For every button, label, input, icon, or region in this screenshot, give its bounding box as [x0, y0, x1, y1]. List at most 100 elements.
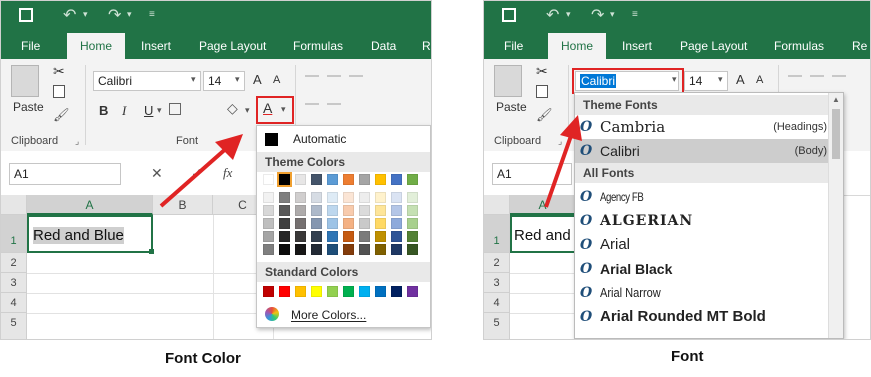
redo-dropdown-icon[interactable]: ▾: [127, 9, 132, 20]
name-box[interactable]: A1: [9, 163, 121, 185]
selected-cell-a1[interactable]: Red and: [510, 215, 576, 253]
theme-shade-swatch[interactable]: [311, 244, 322, 255]
row-header-1[interactable]: 1: [484, 215, 510, 253]
theme-color-swatch[interactable]: [375, 174, 386, 185]
clipboard-launcher-icon[interactable]: ⌟: [75, 136, 79, 147]
theme-shade-swatch[interactable]: [263, 244, 274, 255]
tab-file[interactable]: File: [21, 33, 40, 59]
standard-color-swatch[interactable]: [327, 286, 338, 297]
font-item-arial-black[interactable]: O Arial Black: [575, 257, 829, 281]
font-size-dropdown-icon[interactable]: ▾: [235, 74, 240, 85]
align-bottom-icon[interactable]: [832, 75, 846, 77]
undo-dropdown-icon[interactable]: ▾: [83, 9, 88, 20]
font-color-button[interactable]: A ▾: [256, 96, 294, 124]
standard-color-swatch[interactable]: [279, 286, 290, 297]
customize-qat-icon[interactable]: ≡: [632, 9, 638, 20]
theme-shade-swatch[interactable]: [279, 192, 290, 203]
paste-button-label[interactable]: Paste: [13, 100, 44, 114]
redo-icon[interactable]: ↷: [591, 5, 604, 25]
redo-icon[interactable]: ↷: [108, 5, 121, 25]
undo-dropdown-icon[interactable]: ▾: [566, 9, 571, 20]
theme-color-swatch[interactable]: [391, 174, 402, 185]
tab-file[interactable]: File: [504, 33, 523, 59]
theme-shade-swatch[interactable]: [295, 231, 306, 242]
theme-shade-swatch[interactable]: [295, 205, 306, 216]
grow-font-icon[interactable]: A: [736, 72, 745, 87]
standard-color-swatch[interactable]: [375, 286, 386, 297]
font-size-dropdown-icon[interactable]: ▾: [718, 74, 723, 85]
fill-color-icon[interactable]: ◇: [227, 100, 238, 117]
undo-icon[interactable]: ↶: [546, 5, 559, 25]
font-item-cambria[interactable]: O Cambria (Headings): [575, 115, 829, 139]
theme-shade-swatch[interactable]: [375, 231, 386, 242]
theme-shade-swatch[interactable]: [343, 231, 354, 242]
font-item-agency-fb[interactable]: O Agency FB: [575, 185, 829, 209]
row-header-5[interactable]: 5: [484, 313, 510, 339]
theme-shade-swatch[interactable]: [327, 231, 338, 242]
theme-shade-swatch[interactable]: [407, 244, 418, 255]
tab-review[interactable]: Re: [422, 33, 431, 59]
theme-shade-swatch[interactable]: [375, 218, 386, 229]
more-colors-option[interactable]: More Colors...: [257, 304, 431, 326]
theme-shade-swatch[interactable]: [343, 218, 354, 229]
standard-color-swatch[interactable]: [311, 286, 322, 297]
standard-color-swatch[interactable]: [359, 286, 370, 297]
format-painter-icon[interactable]: 🖌: [53, 107, 70, 123]
customize-qat-icon[interactable]: ≡: [149, 9, 155, 20]
tab-formulas[interactable]: Formulas: [774, 33, 824, 59]
theme-shade-swatch[interactable]: [359, 192, 370, 203]
font-item-calibri[interactable]: O Calibri (Body): [575, 139, 829, 163]
theme-shade-swatch[interactable]: [311, 205, 322, 216]
theme-shade-swatch[interactable]: [263, 231, 274, 242]
font-name-box[interactable]: Calibri: [93, 71, 201, 91]
theme-shade-swatch[interactable]: [359, 205, 370, 216]
standard-color-swatch[interactable]: [391, 286, 402, 297]
theme-shade-swatch[interactable]: [263, 218, 274, 229]
theme-shade-swatch[interactable]: [263, 205, 274, 216]
theme-shade-swatch[interactable]: [279, 231, 290, 242]
align-top-icon[interactable]: [305, 75, 319, 77]
theme-shade-swatch[interactable]: [295, 192, 306, 203]
row-header-3[interactable]: 3: [1, 273, 27, 293]
paste-button-label[interactable]: Paste: [496, 100, 527, 114]
theme-shade-swatch[interactable]: [343, 205, 354, 216]
theme-shade-swatch[interactable]: [359, 218, 370, 229]
align-middle-icon[interactable]: [810, 75, 824, 77]
tab-home[interactable]: Home: [67, 33, 125, 59]
tab-home[interactable]: Home: [548, 33, 606, 59]
tab-page-layout[interactable]: Page Layout: [680, 33, 747, 59]
copy-icon[interactable]: [53, 85, 65, 98]
save-icon[interactable]: [19, 8, 33, 22]
font-color-dropdown-icon[interactable]: ▾: [281, 104, 286, 115]
tab-data[interactable]: Data: [371, 33, 396, 59]
align-top-icon[interactable]: [788, 75, 802, 77]
standard-color-swatch[interactable]: [263, 286, 274, 297]
select-all-corner[interactable]: [1, 195, 27, 215]
theme-shade-swatch[interactable]: [359, 244, 370, 255]
automatic-option[interactable]: Automatic: [263, 130, 423, 150]
theme-shade-swatch[interactable]: [343, 192, 354, 203]
tab-formulas[interactable]: Formulas: [293, 33, 343, 59]
theme-color-swatch[interactable]: [359, 174, 370, 185]
underline-button[interactable]: U: [144, 103, 153, 118]
theme-shade-swatch[interactable]: [279, 244, 290, 255]
font-item-arial-narrow[interactable]: O Arial Narrow: [575, 281, 829, 305]
scrollbar-thumb[interactable]: [832, 109, 840, 159]
paste-icon[interactable]: [494, 65, 522, 97]
theme-shade-swatch[interactable]: [311, 218, 322, 229]
theme-shade-swatch[interactable]: [407, 218, 418, 229]
theme-color-swatch[interactable]: [343, 174, 354, 185]
underline-dropdown-icon[interactable]: ▾: [157, 105, 162, 116]
row-header-1[interactable]: 1: [1, 215, 27, 253]
theme-shade-swatch[interactable]: [375, 205, 386, 216]
theme-shade-swatch[interactable]: [279, 205, 290, 216]
select-all-corner[interactable]: [484, 195, 510, 215]
scroll-up-icon[interactable]: ▲: [832, 95, 840, 104]
theme-shade-swatch[interactable]: [407, 231, 418, 242]
shrink-font-icon[interactable]: A: [756, 74, 763, 86]
row-header-5[interactable]: 5: [1, 313, 27, 339]
theme-shade-swatch[interactable]: [295, 244, 306, 255]
theme-color-swatch[interactable]: [263, 174, 274, 185]
theme-shade-swatch[interactable]: [407, 205, 418, 216]
theme-color-swatch[interactable]: [277, 172, 292, 187]
